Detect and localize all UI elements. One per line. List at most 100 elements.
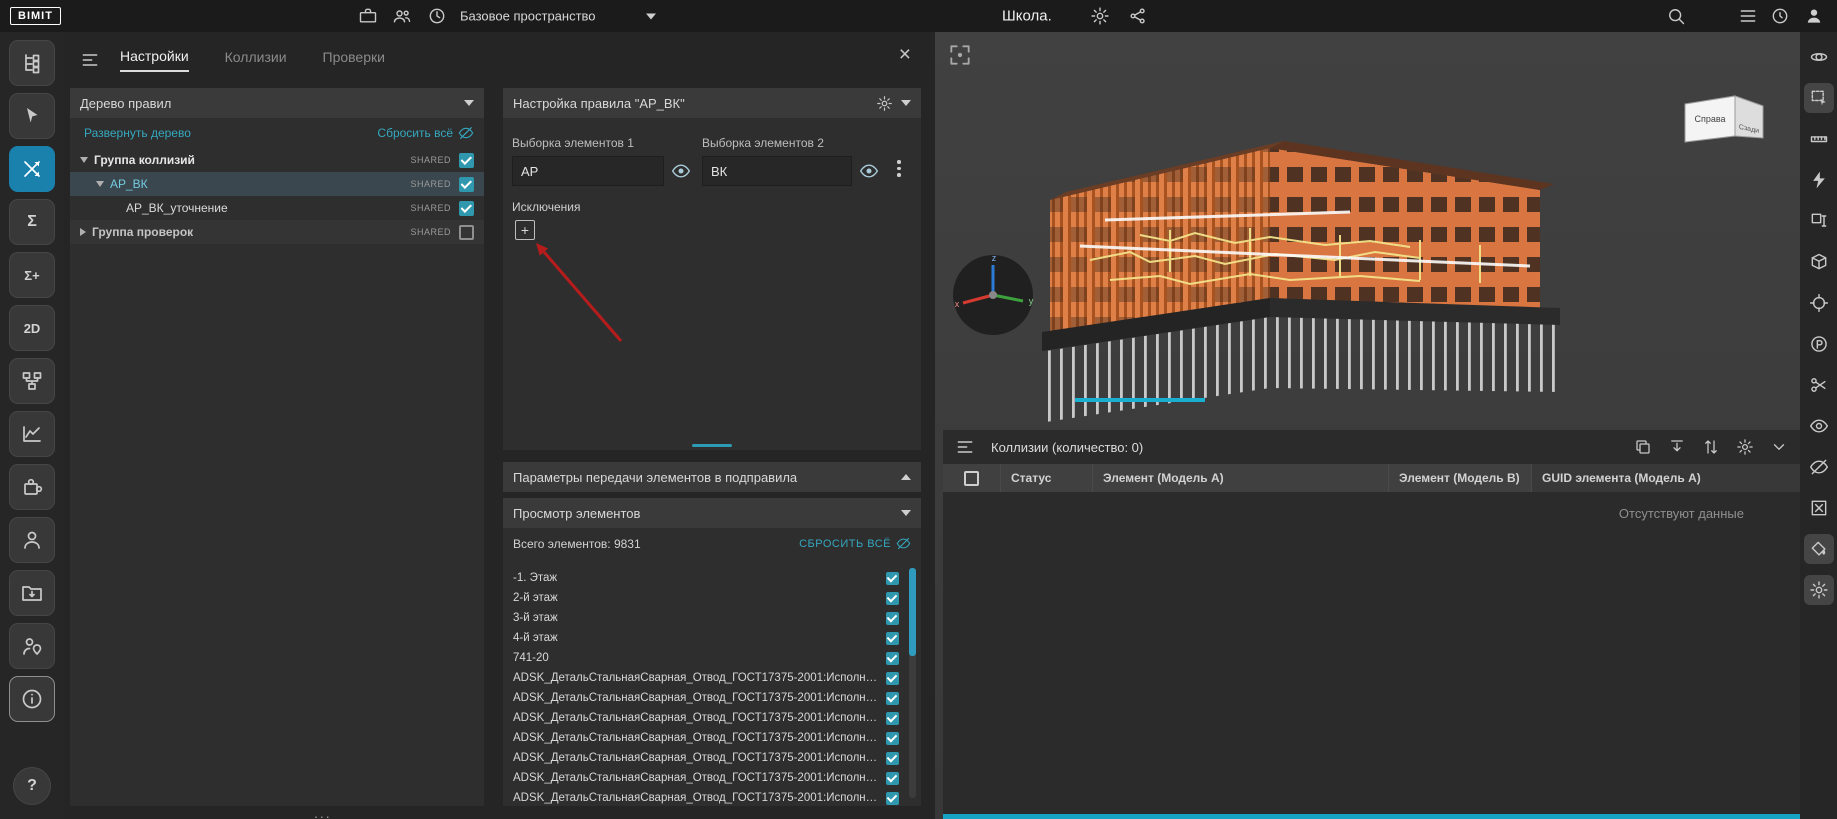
dimension-tool[interactable] [1804, 206, 1834, 236]
list-item[interactable]: -1. Этаж [513, 568, 899, 588]
plan-view-tool[interactable] [1804, 329, 1834, 359]
list-item[interactable]: ADSK_ДетальСтальнаяСварная_Отвод_ГОСТ173… [513, 688, 899, 708]
scrollbar-track[interactable] [909, 568, 916, 798]
selection1-input[interactable] [512, 156, 664, 186]
history-icon[interactable] [427, 6, 447, 26]
axis-gizmo[interactable]: z x y [947, 249, 1039, 341]
shared-folder-tool[interactable] [9, 570, 55, 616]
tab-collisions[interactable]: Коллизии [225, 49, 287, 71]
shared-checkbox[interactable] [459, 153, 474, 168]
collisions-settings-gear-icon[interactable] [1736, 438, 1754, 456]
element-checkbox[interactable] [886, 772, 899, 785]
focus-selection-icon[interactable] [947, 42, 973, 68]
import-icon[interactable] [1668, 438, 1686, 456]
list-item[interactable]: 741-20 [513, 648, 899, 668]
collisions-menu-icon[interactable] [955, 437, 975, 457]
chevron-down-icon[interactable] [901, 100, 911, 106]
panel-resize-handle[interactable] [692, 444, 732, 447]
element-checkbox[interactable] [886, 612, 899, 625]
element-checkbox[interactable] [886, 792, 899, 805]
show-tool[interactable] [1804, 411, 1834, 441]
projects-briefcase-icon[interactable] [358, 6, 378, 26]
element-checkbox[interactable] [886, 732, 899, 745]
element-checkbox[interactable] [886, 712, 899, 725]
selection1-visibility-eye-icon[interactable] [671, 161, 691, 181]
duplicate-icon[interactable] [1634, 438, 1652, 456]
team-icon[interactable] [392, 6, 412, 26]
list-item[interactable]: 2-й этаж [513, 588, 899, 608]
account-icon[interactable] [1804, 6, 1824, 26]
shared-checkbox[interactable] [459, 225, 474, 240]
clip-tool[interactable] [1804, 370, 1834, 400]
panel-menu-icon[interactable] [80, 50, 100, 70]
menu-list-icon[interactable] [1738, 6, 1758, 26]
list-item[interactable]: 3-й этаж [513, 608, 899, 628]
list-item[interactable]: ADSK_ДетальСтальнаяСварная_Отвод_ГОСТ173… [513, 668, 899, 688]
scrollbar-thumb[interactable] [909, 568, 916, 656]
rule-gear-icon[interactable] [876, 95, 893, 112]
chevron-down-icon[interactable] [80, 157, 88, 163]
element-checkbox[interactable] [886, 692, 899, 705]
expand-tree-link[interactable]: Развернуть дерево [84, 126, 191, 140]
element-checkbox[interactable] [886, 752, 899, 765]
user-location-tool[interactable] [9, 623, 55, 669]
select-area-tool[interactable] [1804, 83, 1834, 113]
help-button[interactable]: ? [13, 767, 51, 805]
info-tool[interactable] [9, 676, 55, 722]
elements-view-header[interactable]: Просмотр элементов [503, 498, 921, 528]
shared-checkbox[interactable] [459, 201, 474, 216]
list-item[interactable]: ADSK_ДетальСтальнаяСварная_Отвод_ГОСТ173… [513, 768, 899, 788]
add-exclusion-button[interactable]: + [515, 220, 535, 240]
element-checkbox[interactable] [886, 632, 899, 645]
selection2-visibility-eye-icon[interactable] [859, 161, 879, 181]
project-settings-gear-icon[interactable] [1090, 6, 1110, 26]
app-logo[interactable]: BIMIT [10, 7, 61, 25]
collisions-tool[interactable] [9, 146, 55, 192]
sum-plus-tool[interactable]: Σ+ [9, 252, 55, 298]
sum-tool[interactable]: Σ [9, 199, 55, 245]
model-tree-tool[interactable] [9, 40, 55, 86]
select-tool[interactable] [9, 93, 55, 139]
viewport-settings-tool[interactable] [1804, 575, 1834, 605]
chevron-down-icon[interactable] [96, 181, 104, 187]
hide-tool[interactable] [1804, 452, 1834, 482]
list-item[interactable]: ADSK_ДетальСтальнаяСварная_Отвод_ГОСТ173… [513, 748, 899, 768]
element-checkbox[interactable] [886, 572, 899, 585]
chevron-right-icon[interactable] [80, 228, 86, 236]
tree-node-ar-vk[interactable]: АР_ВК SHARED [70, 172, 484, 196]
tree-node-ar-vk-refine[interactable]: АР_ВК_уточнение SHARED [70, 196, 484, 220]
structure-tool[interactable] [9, 358, 55, 404]
share-icon[interactable] [1128, 6, 1148, 26]
rule-settings-header[interactable]: Настройка правила "АР_ВК" [503, 88, 921, 118]
elements-reset-link[interactable]: СБРОСИТЬ ВСЁ [799, 536, 911, 551]
measure-tool[interactable] [1804, 124, 1834, 154]
paint-tool[interactable] [1804, 534, 1834, 564]
subrule-params-section[interactable]: Параметры передачи элементов в подправил… [503, 462, 921, 492]
selection2-input[interactable] [702, 156, 852, 186]
more-options-icon[interactable] [895, 158, 903, 179]
tab-settings[interactable]: Настройки [120, 48, 189, 72]
column-element-b[interactable]: Элемент (Модель В) [1389, 464, 1532, 492]
clock-icon[interactable] [1770, 6, 1790, 26]
list-item[interactable]: ADSK_ДетальСтальнаяСварная_Отвод_ГОСТ173… [513, 788, 899, 806]
distribute-icon[interactable] [1702, 438, 1720, 456]
2d-view-tool[interactable]: 2D [9, 305, 55, 351]
list-item[interactable]: ADSK_ДетальСтальнаяСварная_Отвод_ГОСТ173… [513, 728, 899, 748]
tree-node-collision-group[interactable]: Группа коллизий SHARED [70, 148, 484, 172]
quick-actions-tool[interactable] [1804, 165, 1834, 195]
navcube-front-label[interactable]: Справа [1694, 114, 1725, 124]
collapse-chevron-icon[interactable] [1770, 438, 1788, 456]
column-guid[interactable]: GUID элемента (Модель А) [1532, 464, 1800, 492]
building-model[interactable] [1020, 70, 1580, 442]
workspace-selector[interactable]: Базовое пространство [460, 9, 656, 24]
hide-element-tool[interactable] [1804, 493, 1834, 523]
column-element-a[interactable]: Элемент (Модель А) [1093, 464, 1389, 492]
users-tool[interactable] [9, 517, 55, 563]
charts-tool[interactable] [9, 411, 55, 457]
column-status[interactable]: Статус [1001, 464, 1093, 492]
select-all-checkbox[interactable] [964, 471, 979, 486]
tab-checks[interactable]: Проверки [323, 49, 385, 71]
locate-tool[interactable] [1804, 288, 1834, 318]
element-checkbox[interactable] [886, 652, 899, 665]
navigation-cube[interactable]: Справа Сзади [1679, 86, 1775, 152]
